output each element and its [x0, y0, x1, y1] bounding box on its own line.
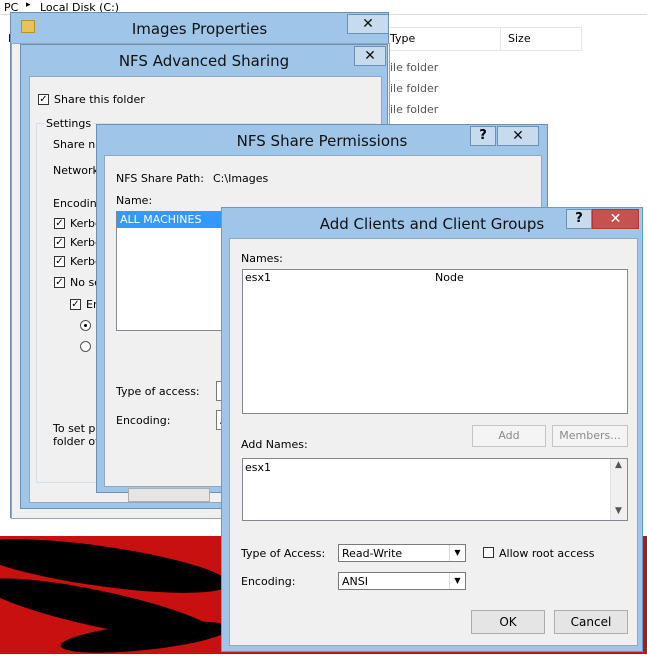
ok-button[interactable]: [128, 488, 210, 502]
encoding-value: ANSI: [342, 575, 368, 588]
name-label: Name:: [116, 194, 153, 207]
kerberos-checkbox[interactable]: ✓: [54, 237, 65, 248]
add-clients-client: Names: esx1 Node Add Members... Add Name…: [229, 238, 638, 646]
close-icon[interactable]: ✕: [592, 209, 639, 229]
encoding-label: Encoding:: [116, 414, 171, 427]
share-path-label: NFS Share Path:: [116, 172, 204, 185]
allow-root-checkbox[interactable]: [483, 547, 494, 558]
help-icon[interactable]: ?: [470, 126, 496, 146]
add-button[interactable]: Add: [472, 425, 546, 447]
type-of-access-label: Type of Access:: [241, 547, 326, 560]
help-icon[interactable]: ?: [566, 209, 592, 229]
ok-button[interactable]: OK: [471, 610, 545, 634]
type-of-access-value: Read-Write: [342, 547, 403, 560]
add-clients-dialog: Add Clients and Client Groups ? ✕ Names:…: [221, 207, 643, 652]
allow-root-label: Allow root access: [499, 547, 595, 560]
set-permissions-note: folder ov: [53, 435, 102, 448]
add-names-text: esx1: [245, 461, 272, 474]
access-radio-selected[interactable]: [80, 320, 91, 331]
window-title: NFS Advanced Sharing: [118, 52, 290, 70]
table-row[interactable]: esx1 Node: [243, 270, 627, 286]
all-machines-item: ALL MACHINES: [120, 213, 202, 226]
encoding-label: Encoding:: [241, 575, 296, 588]
column-divider: [500, 27, 501, 51]
add-names-input[interactable]: esx1 ▲ ▼: [242, 458, 628, 521]
scroll-up-icon[interactable]: ▲: [615, 460, 622, 470]
names-label: Names:: [241, 252, 283, 265]
close-icon[interactable]: ✕: [347, 14, 389, 34]
client-name: esx1: [245, 271, 272, 284]
type-of-access-label: Type of access:: [116, 385, 200, 398]
share-folder-checkbox[interactable]: ✓: [38, 94, 49, 105]
scrollbar[interactable]: ▲ ▼: [610, 459, 627, 520]
access-radio[interactable]: [80, 341, 91, 352]
dropdown-arrow-icon[interactable]: ▼: [449, 545, 465, 561]
close-icon[interactable]: ✕: [354, 46, 386, 66]
add-names-label: Add Names:: [241, 438, 308, 451]
share-name-label: Share na: [53, 138, 102, 151]
no-server-auth-checkbox[interactable]: ✓: [54, 277, 65, 288]
column-header-size[interactable]: Size: [508, 32, 531, 45]
dropdown-arrow-icon[interactable]: ▼: [449, 573, 465, 589]
column-header-type[interactable]: Type: [390, 32, 415, 45]
kerberos-checkbox[interactable]: ✓: [54, 218, 65, 229]
column-header-row: [386, 27, 582, 51]
settings-group-label: Settings: [44, 117, 94, 130]
kerberos-checkbox[interactable]: ✓: [54, 256, 65, 267]
enable-checkbox[interactable]: ✓: [70, 299, 81, 310]
breadcrumb-arrow-icon: ▸: [26, 0, 31, 10]
file-row-type[interactable]: ile folder: [390, 61, 438, 74]
file-row-type[interactable]: ile folder: [390, 82, 438, 95]
type-of-access-select[interactable]: Read-Write ▼: [338, 544, 466, 562]
list-item-selected[interactable]: ALL MACHINES: [117, 212, 227, 228]
client-type: Node: [435, 271, 464, 284]
cancel-button[interactable]: Cancel: [554, 610, 628, 634]
permissions-list[interactable]: ALL MACHINES: [116, 211, 228, 331]
names-list[interactable]: esx1 Node: [242, 269, 628, 414]
share-folder-label: Share this folder: [54, 93, 145, 106]
close-icon[interactable]: ✕: [497, 126, 539, 146]
file-row-type[interactable]: ile folder: [390, 103, 438, 116]
window-title: Images Properties: [131, 20, 268, 38]
network-label: Network: [53, 164, 99, 177]
scroll-down-icon[interactable]: ▼: [615, 506, 622, 516]
members-button[interactable]: Members...: [552, 425, 628, 447]
encoding-select[interactable]: ANSI ▼: [338, 572, 466, 590]
radio-dot: [84, 324, 87, 327]
set-permissions-note: To set pe: [53, 422, 103, 435]
share-path-value: C:\Images: [213, 172, 269, 185]
